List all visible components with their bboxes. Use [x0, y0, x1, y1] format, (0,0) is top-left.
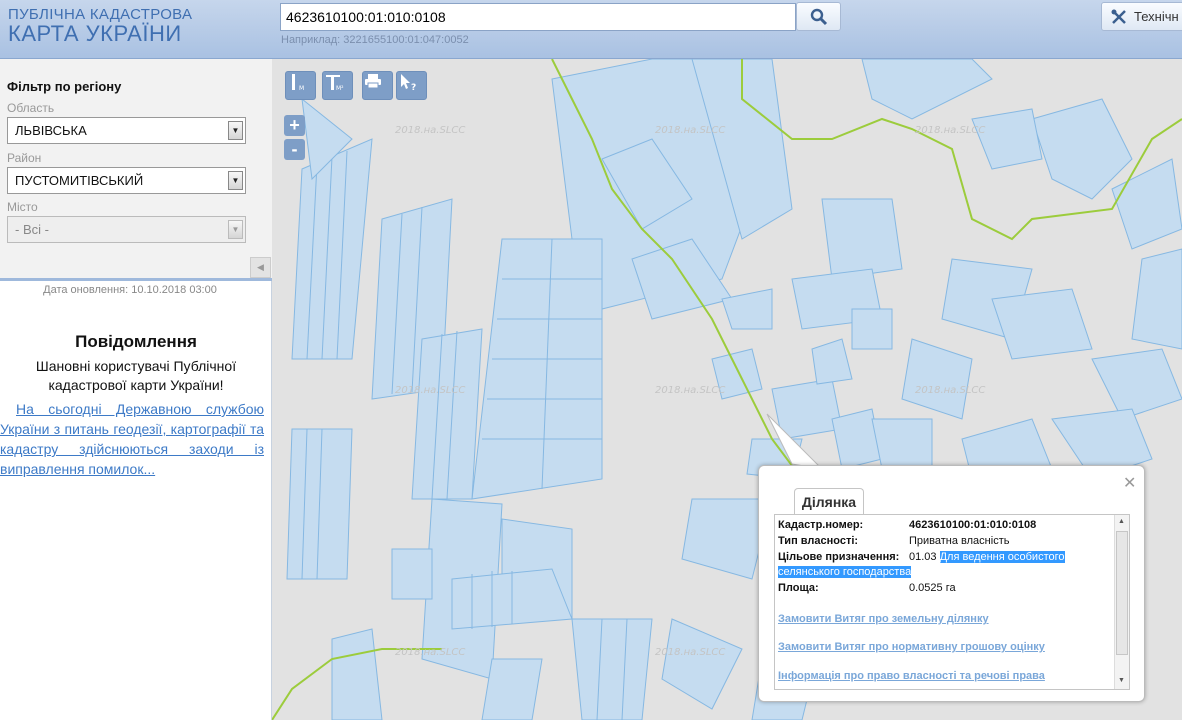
ownership-value: Приватна власність [909, 535, 1010, 547]
rayon-label: Район [7, 151, 42, 165]
purpose-value: 01.03 Для ведення особистого [909, 551, 1065, 563]
purpose-text-2: селянського господарства [778, 566, 912, 578]
area-value: 0.0525 га [909, 582, 956, 594]
parcel [1131, 248, 1182, 350]
close-icon[interactable]: ✕ [1123, 473, 1136, 493]
watermark: 2018.на.SLCC [655, 385, 725, 396]
area-ruler-button[interactable]: М² [322, 71, 353, 100]
rayon-value: ПУСТОМИТІВСЬКИЙ [15, 173, 144, 188]
parcel [1111, 158, 1182, 250]
chevron-left-icon: ◀ [257, 262, 264, 272]
watermark: 2018.на.SLCC [395, 385, 465, 396]
watermark: 2018.на.SLCC [655, 125, 725, 136]
notice-link[interactable]: На сьогодні Державною службою України з … [0, 399, 264, 479]
parcel-popup: ✕ Ділянка Кадастр.номер: 4623610100:01:0… [758, 465, 1145, 702]
city-select[interactable]: - Всі - ▼ [7, 216, 246, 243]
watermark: 2018.на.SLCC [395, 125, 465, 136]
tab-parcel[interactable]: Ділянка [794, 488, 864, 515]
tools-icon [1111, 9, 1126, 24]
cadastral-search-input[interactable] [280, 3, 796, 31]
city-value: - Всі - [15, 222, 49, 237]
row-purpose-cont: селянського господарства [778, 566, 1114, 578]
chevron-down-icon: ▼ [228, 220, 243, 239]
parcel [481, 658, 543, 720]
technical-button[interactable]: Технічн [1101, 2, 1182, 31]
parcel [851, 308, 893, 350]
scroll-up-icon[interactable]: ▲ [1118, 518, 1125, 525]
region-filter: Фільтр по регіону Область ЛЬВІВСЬКА ▼ Рай… [0, 59, 272, 281]
order-extract-link[interactable]: Замовити Витяг про земельну ділянку [778, 613, 989, 625]
order-valuation-link[interactable]: Замовити Витяг про нормативну грошову оц… [778, 641, 1045, 653]
parcel [811, 338, 853, 385]
technical-label: Технічн [1134, 9, 1179, 24]
print-icon [365, 74, 381, 89]
svg-text:М²: М² [336, 85, 344, 92]
search-example: Наприклад: 3221655100:01:047:0052 [281, 34, 469, 46]
notice-greeting: Шановні користувачі Публічної кадастрово… [35, 358, 237, 393]
popup-body: Кадастр.номер: 4623610100:01:010:0108 Ти… [774, 514, 1130, 690]
zoom-out-button[interactable]: - [284, 139, 305, 160]
purpose-code: 01.03 [909, 551, 937, 563]
watermark: 2018.на.SLCC [915, 385, 985, 396]
parcel [971, 108, 1043, 170]
ruler-button[interactable]: М [285, 71, 316, 100]
svg-text:?: ? [411, 83, 416, 92]
area-label: Площа: [778, 582, 819, 594]
svg-text:М: М [299, 85, 304, 92]
notice-title: Повідомлення [75, 332, 197, 351]
parcel [661, 618, 743, 710]
collapse-sidebar-button[interactable]: ◀ [250, 257, 271, 278]
purpose-label: Цільове призначення: [778, 551, 900, 563]
parcel [571, 618, 653, 720]
parcel [1091, 348, 1182, 420]
ownership-info-link[interactable]: Інформація про право власності та речові… [778, 670, 1045, 682]
parcel [411, 328, 483, 500]
parcel [391, 548, 433, 600]
parcel [831, 408, 883, 470]
chevron-down-icon[interactable]: ▼ [228, 171, 243, 190]
watermark: 2018.на.SLCC [395, 647, 465, 658]
ruler-icon: М [292, 74, 304, 92]
filter-title: Фільтр по регіону [7, 79, 122, 94]
city-label: Місто [7, 200, 38, 214]
parcel [1031, 98, 1133, 200]
update-date: Дата оновлення: 10.10.2018 03:00 [43, 284, 217, 296]
purpose-text-1: Для ведення особистого [939, 551, 1065, 563]
search-icon [810, 8, 827, 25]
header: ПУБЛІЧНА КАДАСТРОВА КАРТА УКРАЇНИ Наприк… [0, 0, 1182, 59]
parcel [471, 238, 603, 500]
watermark: 2018.на.SLCC [915, 125, 985, 136]
print-button[interactable] [362, 71, 393, 100]
scroll-thumb[interactable] [1116, 531, 1128, 655]
logo-line-2: КАРТА УКРАЇНИ [8, 21, 182, 46]
scroll-down-icon[interactable]: ▼ [1118, 677, 1125, 684]
oblast-value: ЛЬВІВСЬКА [15, 123, 87, 138]
ownership-label: Тип власності: [778, 535, 859, 547]
oblast-label: Область [7, 101, 55, 115]
cadastral-label: Кадастр.номер: [778, 519, 864, 531]
parcel [331, 628, 383, 720]
cadastral-value: 4623610100:01:010:0108 [909, 519, 1037, 531]
rayon-select[interactable]: ПУСТОМИТІВСЬКИЙ ▼ [7, 167, 246, 194]
zoom-in-button[interactable]: + [284, 115, 305, 136]
oblast-select[interactable]: ЛЬВІВСЬКА ▼ [7, 117, 246, 144]
sidebar: Фільтр по регіону Область ЛЬВІВСЬКА ▼ Рай… [0, 59, 272, 720]
parcel [861, 59, 993, 120]
parcel [991, 288, 1093, 360]
chevron-down-icon[interactable]: ▼ [228, 121, 243, 140]
parcel [871, 418, 933, 470]
popup-scrollbar[interactable]: ▲ ▼ [1114, 515, 1129, 689]
identify-button[interactable]: ? [396, 71, 427, 100]
parcel [291, 138, 373, 360]
search-button[interactable] [796, 2, 841, 31]
watermark: 2018.на.SLCC [655, 647, 725, 658]
parcel [901, 338, 973, 420]
parcel [821, 198, 903, 280]
identify-icon: ? [401, 74, 416, 92]
area-ruler-icon: М² [326, 75, 344, 92]
